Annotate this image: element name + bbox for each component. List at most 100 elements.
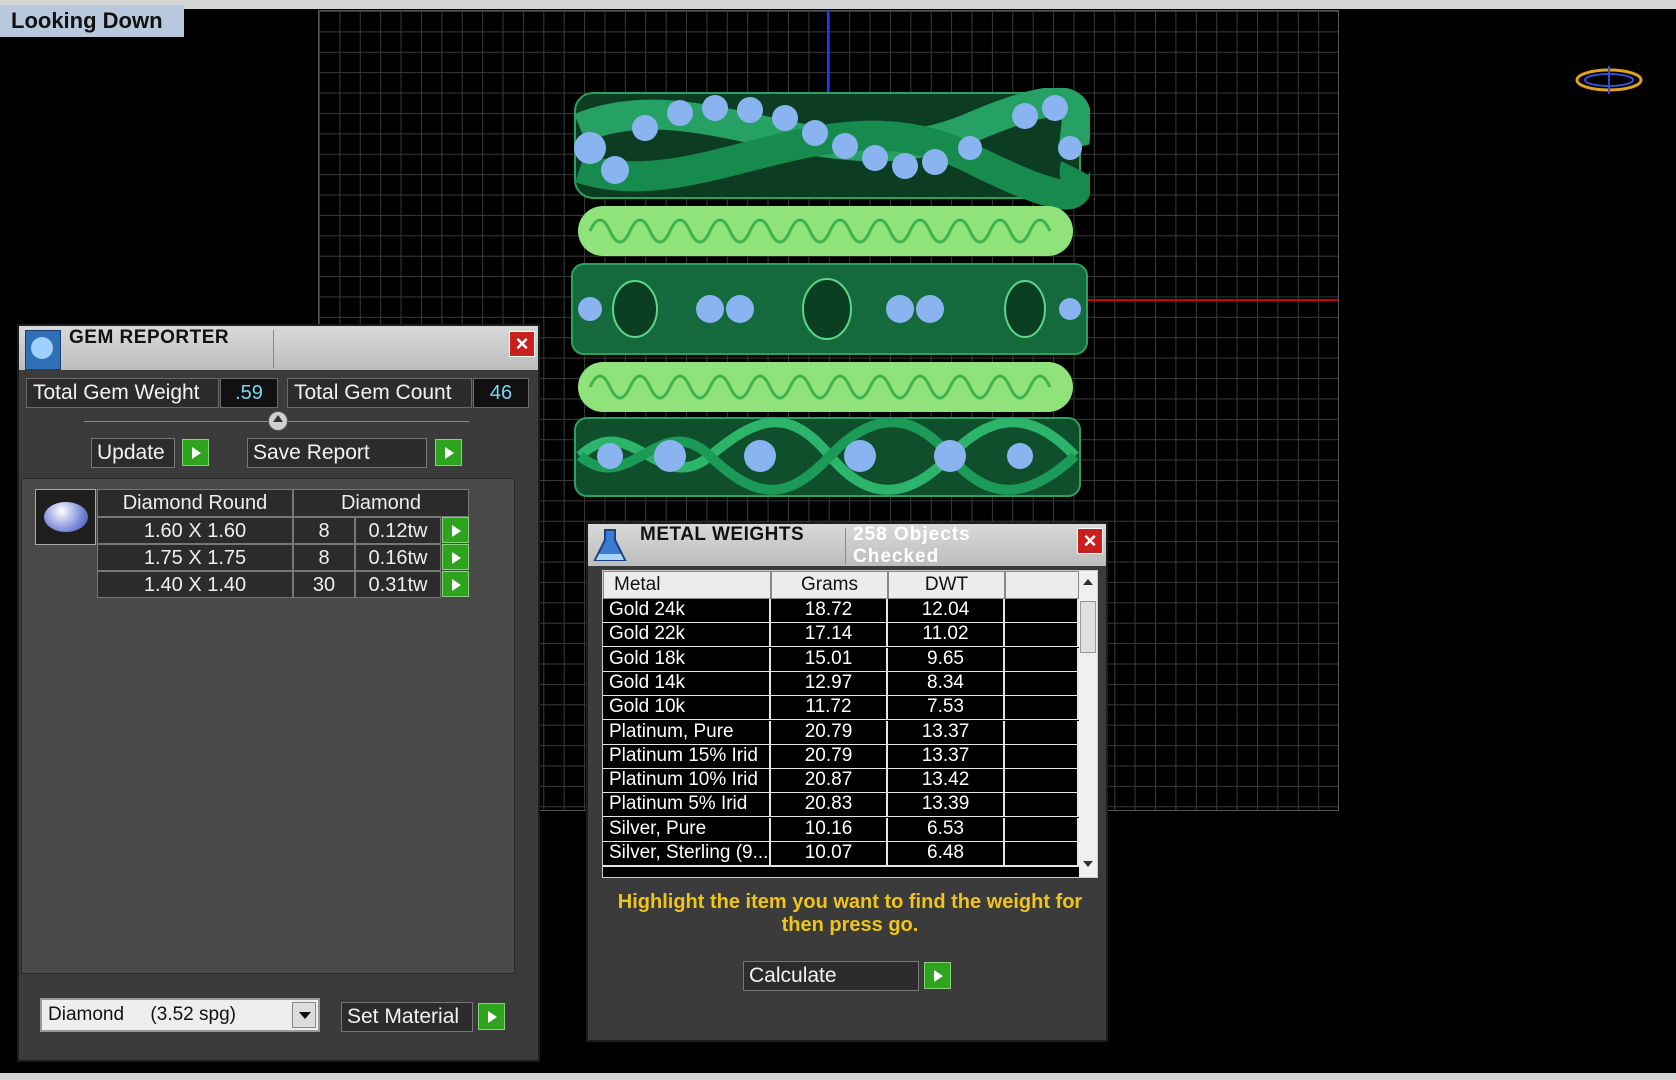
blank-cell bbox=[1005, 696, 1079, 721]
metal-table: Metal Grams DWT Gold 24k 18.72 12.04 Gold 2… bbox=[602, 570, 1098, 878]
grams-cell[interactable]: 10.16 bbox=[771, 817, 888, 842]
update-go-button[interactable] bbox=[182, 439, 209, 466]
gem-row-count[interactable]: 8 bbox=[293, 517, 355, 544]
grams-cell[interactable]: 12.97 bbox=[771, 671, 888, 696]
gem-row-weight[interactable]: 0.31tw bbox=[355, 571, 441, 598]
metal-weights-close-button[interactable]: × bbox=[1077, 528, 1103, 554]
dwt-cell[interactable]: 12.04 bbox=[888, 599, 1005, 623]
view-label: Looking Down bbox=[0, 5, 184, 37]
dwt-column-header[interactable]: DWT bbox=[888, 571, 1005, 599]
gem-row-count[interactable]: 8 bbox=[293, 544, 355, 571]
metal-name-cell[interactable]: Gold 14k bbox=[603, 671, 771, 696]
title-separator bbox=[273, 330, 274, 368]
gem-row-go-button[interactable] bbox=[442, 544, 469, 570]
metal-name-cell[interactable]: Gold 24k bbox=[603, 599, 771, 623]
gem-row-go-button[interactable] bbox=[442, 571, 469, 597]
metal-name-cell[interactable]: Platinum 15% Irid bbox=[603, 744, 771, 769]
metal-name-cell[interactable]: Platinum 10% Irid bbox=[603, 769, 771, 794]
grams-cell[interactable]: 17.14 bbox=[771, 623, 888, 648]
ring-orientation-icon[interactable] bbox=[1573, 60, 1645, 100]
ring-model[interactable] bbox=[570, 88, 1090, 498]
dwt-cell[interactable]: 13.37 bbox=[888, 720, 1005, 745]
blank-cell bbox=[1005, 599, 1079, 623]
material-select-value: Diamond (3.52 spg) bbox=[48, 1004, 236, 1025]
close-icon: × bbox=[515, 331, 529, 356]
gem-row-weight[interactable]: 0.12tw bbox=[355, 517, 441, 544]
metal-column-header[interactable]: Metal bbox=[603, 571, 771, 599]
blank-cell bbox=[1005, 671, 1079, 696]
collapse-handle[interactable] bbox=[268, 411, 288, 431]
grams-cell[interactable]: 20.79 bbox=[771, 744, 888, 769]
objects-checked-status: 258 Objects Checked bbox=[853, 524, 971, 567]
gem-material-header: Diamond bbox=[293, 489, 469, 517]
gem-reporter-title: GEM REPORTER bbox=[69, 327, 230, 348]
scroll-up-icon[interactable] bbox=[1083, 579, 1093, 585]
vertical-scrollbar[interactable] bbox=[1079, 571, 1097, 877]
dwt-cell[interactable]: 13.37 bbox=[888, 744, 1005, 769]
grams-cell[interactable]: 10.07 bbox=[771, 842, 888, 866]
top-border bbox=[0, 0, 1676, 9]
scroll-down-icon[interactable] bbox=[1083, 861, 1093, 867]
blank-cell bbox=[1005, 720, 1079, 745]
save-report-button[interactable]: Save Report bbox=[247, 438, 427, 468]
set-material-go-button[interactable] bbox=[478, 1003, 505, 1030]
close-icon: × bbox=[1083, 528, 1097, 553]
gem-shape-header: Diamond Round bbox=[97, 489, 293, 517]
gem-thumbnail[interactable] bbox=[35, 489, 96, 545]
metal-name-cell[interactable]: Gold 10k bbox=[603, 696, 771, 721]
grams-cell[interactable]: 20.79 bbox=[771, 720, 888, 745]
save-report-go-button[interactable] bbox=[435, 439, 462, 466]
dwt-cell[interactable]: 6.53 bbox=[888, 817, 1005, 842]
calculate-go-button[interactable] bbox=[924, 962, 951, 989]
total-gem-count-value: 46 bbox=[473, 378, 529, 408]
metal-rows: Gold 24k 18.72 12.04 Gold 22k 17.14 11.02 Gold… bbox=[603, 599, 1079, 877]
metal-name-cell[interactable]: Gold 22k bbox=[603, 623, 771, 648]
metal-name-cell[interactable]: Gold 18k bbox=[603, 647, 771, 672]
set-material-button[interactable]: Set Material bbox=[341, 1002, 473, 1032]
dwt-cell[interactable]: 11.02 bbox=[888, 623, 1005, 648]
gem-row-size[interactable]: 1.75 X 1.75 bbox=[97, 544, 293, 571]
chevron-down-icon bbox=[299, 1012, 311, 1019]
scroll-thumb[interactable] bbox=[1080, 601, 1096, 653]
round-diamond-icon bbox=[44, 502, 88, 532]
calculate-button[interactable]: Calculate bbox=[743, 961, 919, 991]
dwt-cell[interactable]: 9.65 bbox=[888, 647, 1005, 672]
metal-name-cell[interactable]: Silver, Pure bbox=[603, 817, 771, 842]
blank-cell bbox=[1005, 817, 1079, 842]
blank-cell bbox=[1005, 744, 1079, 769]
metal-name-cell[interactable]: Silver, Sterling (9... bbox=[603, 842, 771, 866]
dwt-cell[interactable]: 7.53 bbox=[888, 696, 1005, 721]
update-button[interactable]: Update bbox=[91, 438, 175, 468]
x-axis-line bbox=[1085, 299, 1338, 301]
instruction-text: Highlight the item you want to find the … bbox=[617, 891, 1083, 936]
gem-row-go-button[interactable] bbox=[442, 517, 469, 543]
grams-cell[interactable]: 11.72 bbox=[771, 696, 888, 721]
gem-row-weight[interactable]: 0.16tw bbox=[355, 544, 441, 571]
blank-cell bbox=[1005, 647, 1079, 672]
grams-cell[interactable]: 20.83 bbox=[771, 793, 888, 818]
metal-name-cell[interactable]: Platinum, Pure bbox=[603, 720, 771, 745]
dwt-cell[interactable]: 6.48 bbox=[888, 842, 1005, 866]
gem-row-count[interactable]: 30 bbox=[293, 571, 355, 598]
gem-reporter-icon bbox=[25, 330, 61, 370]
bottom-border bbox=[0, 1073, 1676, 1080]
flask-icon bbox=[593, 529, 627, 561]
dropdown-arrow-button[interactable] bbox=[292, 1002, 316, 1028]
metal-name-cell[interactable]: Platinum 5% Irid bbox=[603, 793, 771, 818]
blank-cell bbox=[1005, 623, 1079, 648]
total-gem-weight-label: Total Gem Weight bbox=[26, 378, 219, 408]
grams-cell[interactable]: 20.87 bbox=[771, 769, 888, 794]
material-select[interactable]: Diamond (3.52 spg) bbox=[40, 998, 320, 1032]
blank-cell bbox=[1005, 769, 1079, 794]
gem-row-size[interactable]: 1.40 X 1.40 bbox=[97, 571, 293, 598]
dwt-cell[interactable]: 13.39 bbox=[888, 793, 1005, 818]
grams-cell[interactable]: 18.72 bbox=[771, 599, 888, 623]
y-axis-line bbox=[827, 10, 829, 100]
grams-cell[interactable]: 15.01 bbox=[771, 647, 888, 672]
gem-reporter-close-button[interactable]: × bbox=[509, 331, 535, 357]
total-gem-count-label: Total Gem Count bbox=[287, 378, 472, 408]
grams-column-header[interactable]: Grams bbox=[771, 571, 888, 599]
dwt-cell[interactable]: 13.42 bbox=[888, 769, 1005, 794]
gem-row-size[interactable]: 1.60 X 1.60 bbox=[97, 517, 293, 544]
dwt-cell[interactable]: 8.34 bbox=[888, 671, 1005, 696]
